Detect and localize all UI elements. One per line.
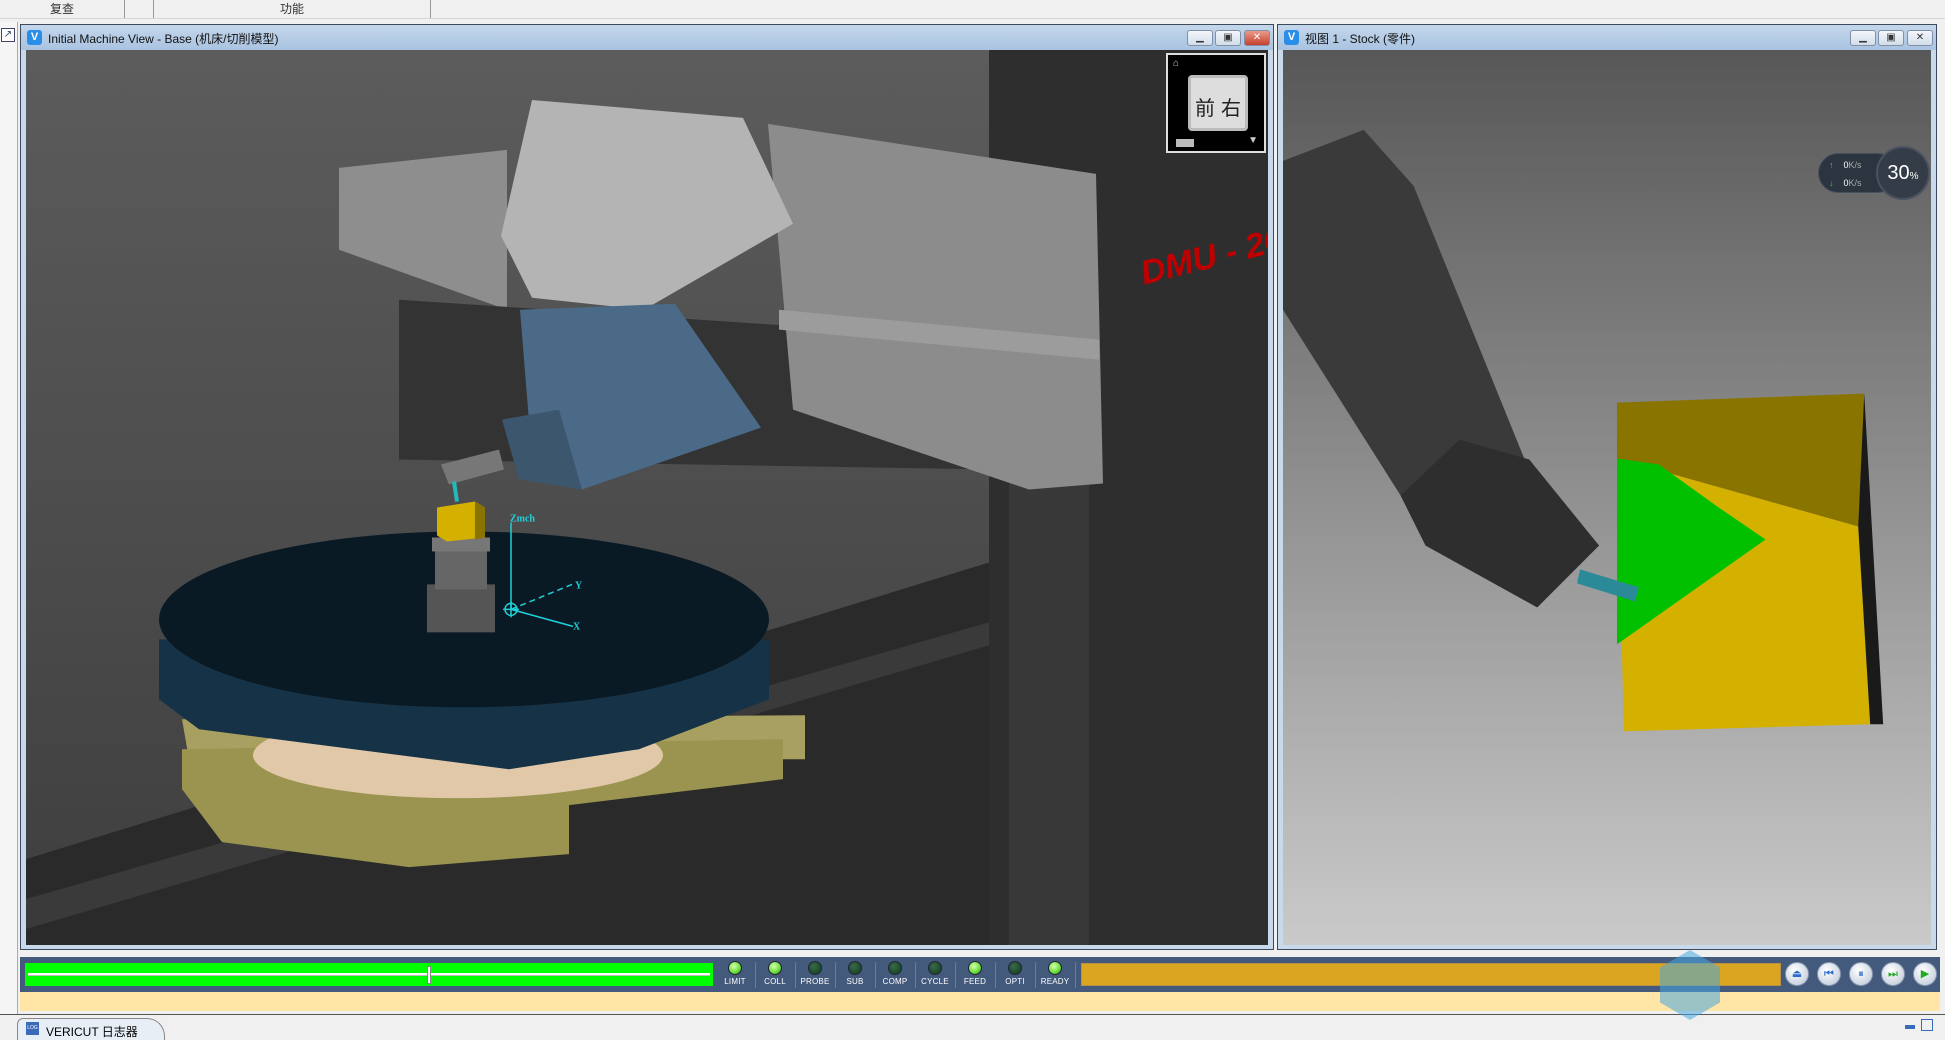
restore-button[interactable]: ▣ (1215, 30, 1241, 46)
step-back-button[interactable]: ⏮ (1817, 962, 1841, 986)
led-label: SUB (846, 977, 864, 986)
percent-sign: % (1909, 171, 1919, 182)
float-panel-icon[interactable]: ↗ (1, 28, 15, 42)
title-bar: V Initial Machine View - Base (机床/切削模型) … (21, 25, 1273, 50)
led-label: COLL (764, 977, 786, 986)
panel-minimize-icon[interactable] (1905, 1025, 1915, 1029)
rewind-button[interactable]: ⏏ (1785, 962, 1809, 986)
led-label: READY (1040, 977, 1070, 986)
upload-unit: K/s (1848, 160, 1862, 170)
view-cube[interactable]: ⌂ 前 右 ▼ (1166, 53, 1266, 153)
animation-speed-slider[interactable] (25, 963, 713, 986)
bottom-tab-bar: LOG VERICUT 日志器 (0, 1014, 1945, 1040)
axis-label-z: Zmch (510, 513, 535, 524)
led-probe: PROBE (796, 960, 834, 990)
led-feed: FEED (956, 960, 994, 990)
axis-label-x: X (573, 621, 581, 632)
led-label: CYCLE (921, 977, 949, 986)
cube-face[interactable]: 前 右 (1188, 75, 1248, 131)
window-title: Initial Machine View - Base (机床/切削模型) (48, 32, 279, 46)
led-label: COMP (882, 977, 908, 986)
close-button[interactable]: ✕ (1907, 30, 1933, 46)
fixture-base (427, 584, 495, 633)
network-speed-widget: ↑ 0K/s ↓ 0K/s 30% (1818, 146, 1934, 200)
slider-track (28, 973, 710, 976)
led-opti: OPTI (996, 960, 1034, 990)
cube-reset-button[interactable] (1176, 139, 1194, 147)
tab-vericut-logger[interactable]: LOG VERICUT 日志器 (17, 1018, 165, 1040)
machine-viewport[interactable]: Zmch Y X DMU - 20 ⌂ 前 右 ▼ (26, 50, 1268, 945)
left-panel-strip: ↗ (0, 22, 18, 1014)
led-bulb-icon (968, 961, 982, 975)
pause-button[interactable]: ⏸ (1849, 962, 1873, 986)
title-bar: V 视图 1 - Stock (零件) ▁ ▣ ✕ (1278, 25, 1936, 50)
led-label: PROBE (800, 977, 830, 986)
machine-view-window: V Initial Machine View - Base (机床/切削模型) … (20, 24, 1274, 950)
column-face (1009, 479, 1089, 945)
led-cycle: CYCLE (916, 960, 954, 990)
led-comp: COMP (876, 960, 914, 990)
cube-right-label[interactable]: 右 (1221, 92, 1241, 121)
led-label: OPTI (1005, 977, 1025, 986)
percent-value: 30 (1887, 162, 1910, 184)
led-divider (1075, 962, 1076, 988)
message-strip (20, 992, 1940, 1011)
fixture-body (435, 549, 487, 590)
window-title: 视图 1 - Stock (零件) (1305, 32, 1416, 46)
vericut-logo-icon: V (1284, 30, 1299, 45)
panel-float-icon[interactable] (1921, 1019, 1933, 1031)
vericut-logo-icon: V (27, 30, 42, 45)
play-button[interactable]: ▶ (1913, 962, 1937, 986)
download-unit: K/s (1848, 178, 1862, 188)
led-label: FEED (963, 977, 987, 986)
tab-review[interactable]: 复查 (0, 0, 125, 18)
top-tab-bar: 复查 功能 (0, 0, 1945, 19)
led-bulb-icon (1008, 961, 1022, 975)
progress-bar (1081, 963, 1781, 986)
home-icon[interactable]: ⌂ (1173, 58, 1179, 69)
led-bulb-icon (888, 961, 902, 975)
step-button[interactable]: ⏭ (1881, 962, 1905, 986)
minimize-button[interactable]: ▁ (1187, 30, 1213, 46)
led-ready: READY (1036, 960, 1074, 990)
cube-menu-arrow-icon[interactable]: ▼ (1248, 135, 1258, 146)
led-bulb-icon (768, 961, 782, 975)
led-limit: LIMIT (716, 960, 754, 990)
axis-label-y: Y (575, 580, 583, 591)
led-bulb-icon (1048, 961, 1062, 975)
led-sub: SUB (836, 960, 874, 990)
cpu-percent-gauge[interactable]: 30% (1876, 146, 1930, 200)
upload-arrow-icon: ↑ (1829, 160, 1834, 170)
stock-cube-side (475, 501, 485, 540)
tab-functions[interactable]: 功能 (153, 0, 431, 18)
cube-front-label[interactable]: 前 (1195, 92, 1215, 121)
tab-label: VERICUT 日志器 (46, 1025, 138, 1039)
slider-thumb[interactable] (427, 966, 432, 984)
close-button[interactable]: ✕ (1244, 30, 1270, 46)
simulation-status-bar: LIMIT COLL PROBE SUB COMP CYCLE FEED OPTI READY … (20, 957, 1940, 992)
led-bulb-icon (928, 961, 942, 975)
minimize-button[interactable]: ▁ (1850, 30, 1876, 46)
log-icon: LOG (26, 1022, 39, 1035)
led-coll: COLL (756, 960, 794, 990)
led-bulb-icon (808, 961, 822, 975)
led-bulb-icon (728, 961, 742, 975)
machine-scene: Zmch Y X DMU - 20 (26, 50, 1268, 945)
restore-button[interactable]: ▣ (1878, 30, 1904, 46)
led-label: LIMIT (724, 977, 746, 986)
led-bulb-icon (848, 961, 862, 975)
download-arrow-icon: ↓ (1829, 178, 1834, 188)
